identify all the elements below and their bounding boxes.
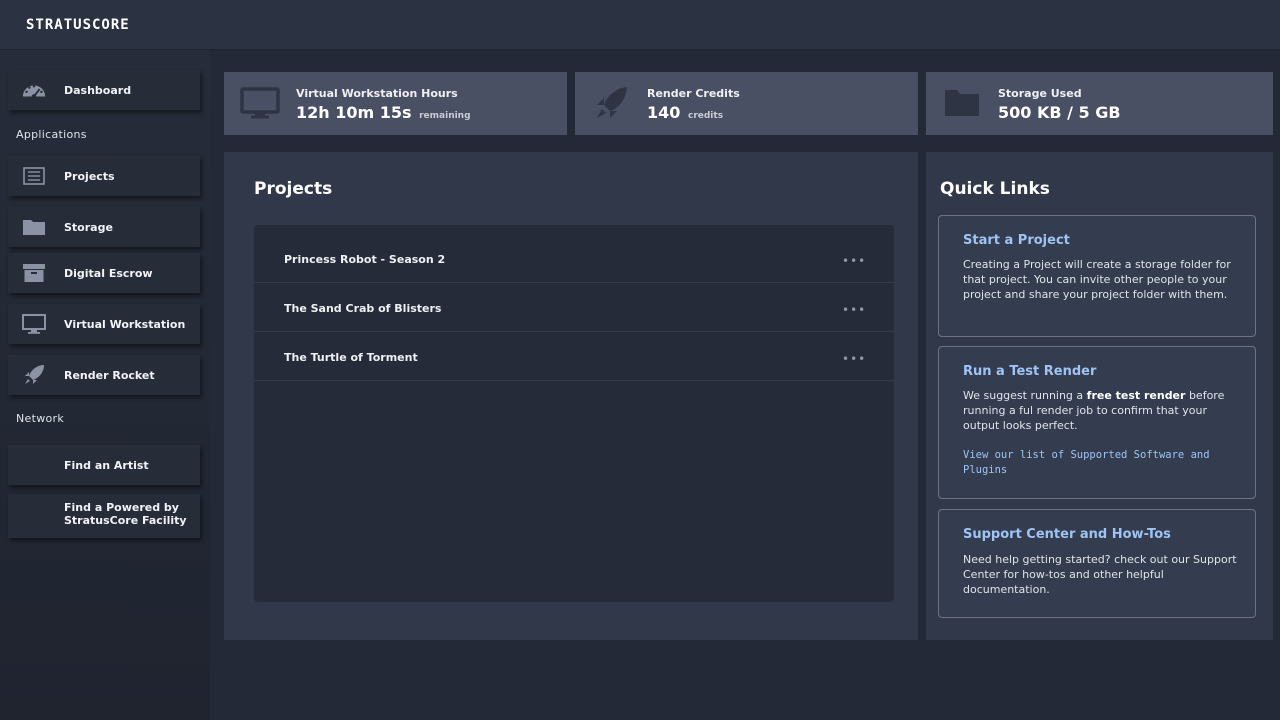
quick-link-card-start-project[interactable]: Start a Project Creating a Project will …: [938, 215, 1256, 337]
rocket-icon: [591, 86, 631, 120]
sidebar-item-find-facility[interactable]: Find a Powered by StratusCore Facility: [8, 494, 200, 538]
sidebar-item-label: Storage: [64, 220, 113, 234]
archive-box-icon: [21, 262, 47, 284]
sidebar: Dashboard Applications Projects Storage: [0, 50, 210, 720]
project-row[interactable]: The Turtle of Torment •••: [254, 332, 894, 381]
quick-link-text: We suggest running a free test render be…: [963, 388, 1238, 433]
stat-unit: credits: [687, 111, 724, 121]
folder-icon: [21, 216, 47, 238]
stat-unit: remaining: [419, 111, 471, 121]
stat-number: 12h 10m 15s: [296, 103, 412, 122]
project-name[interactable]: The Sand Crab of Blisters: [284, 302, 441, 315]
quick-link-text: Creating a Project will create a storage…: [963, 258, 1231, 301]
stat-value: 140 credits: [647, 103, 723, 122]
sidebar-item-label: Find an Artist: [64, 458, 149, 472]
quick-link-text-part: We suggest running a: [963, 389, 1087, 402]
sidebar-item-label-line2: StratusCore Facility: [64, 514, 187, 527]
section-label-network: Network: [16, 412, 65, 425]
sidebar-item-label: Render Rocket: [64, 368, 155, 382]
quick-link-title[interactable]: Support Center and How-Tos: [963, 527, 1171, 542]
stat-card-workstation-hours: Virtual Workstation Hours 12h 10m 15s re…: [224, 72, 567, 135]
rocket-icon: [21, 364, 47, 386]
project-name[interactable]: Princess Robot - Season 2: [284, 253, 445, 266]
project-name[interactable]: The Turtle of Torment: [284, 351, 418, 364]
projects-title: Projects: [254, 179, 333, 199]
quick-link-text-bold: free test render: [1086, 389, 1186, 402]
quick-link-card-support-center[interactable]: Support Center and How-Tos Need help get…: [938, 509, 1256, 618]
projects-panel: Projects Princess Robot - Season 2 ••• T…: [224, 152, 918, 640]
monitor-icon: [21, 313, 47, 335]
stat-title: Virtual Workstation Hours: [296, 87, 458, 100]
quick-link-text: Need help getting started? check out our…: [963, 553, 1237, 596]
sidebar-item-label: Virtual Workstation: [64, 317, 186, 331]
sidebar-item-label-line1: Find a Powered by: [64, 501, 179, 514]
section-label-applications: Applications: [16, 128, 87, 141]
quick-link-title[interactable]: Start a Project: [963, 233, 1070, 248]
quick-link-title[interactable]: Run a Test Render: [963, 364, 1096, 379]
speedometer-icon: [21, 79, 47, 101]
stat-number: 500 KB / 5 GB: [998, 103, 1121, 122]
sidebar-item-label: Dashboard: [64, 83, 132, 97]
stat-title: Render Credits: [647, 87, 740, 100]
more-options-icon[interactable]: •••: [842, 303, 866, 317]
project-row[interactable]: The Sand Crab of Blisters •••: [254, 283, 894, 332]
stat-number: 140: [647, 103, 681, 122]
sidebar-item-label: Find a Powered by StratusCore Facility: [64, 501, 187, 527]
stat-card-storage-used: Storage Used 500 KB / 5 GB: [926, 72, 1273, 135]
stat-card-render-credits: Render Credits 140 credits: [575, 72, 918, 135]
top-bar: STRATUSCORE: [0, 0, 1280, 50]
quick-links-panel: Quick Links Start a Project Creating a P…: [926, 152, 1273, 640]
sidebar-item-digital-escrow[interactable]: Digital Escrow: [8, 253, 200, 293]
sidebar-item-find-an-artist[interactable]: Find an Artist: [8, 445, 200, 485]
sidebar-item-render-rocket[interactable]: Render Rocket: [8, 355, 200, 395]
sidebar-item-label: Digital Escrow: [64, 266, 153, 280]
monitor-icon: [240, 86, 280, 120]
more-options-icon[interactable]: •••: [842, 352, 866, 366]
list-icon: [21, 165, 47, 187]
stat-value: 12h 10m 15s remaining: [296, 103, 471, 122]
sidebar-item-virtual-workstation[interactable]: Virtual Workstation: [8, 304, 200, 344]
stat-title: Storage Used: [998, 87, 1082, 100]
sidebar-item-projects[interactable]: Projects: [8, 156, 200, 196]
more-options-icon[interactable]: •••: [842, 254, 866, 268]
projects-list: Princess Robot - Season 2 ••• The Sand C…: [254, 225, 894, 602]
quick-links-title: Quick Links: [940, 179, 1050, 199]
stat-value: 500 KB / 5 GB: [998, 103, 1121, 122]
folder-icon: [942, 86, 982, 120]
app-logo[interactable]: STRATUSCORE: [26, 17, 130, 33]
sidebar-item-storage[interactable]: Storage: [8, 207, 200, 247]
sidebar-item-dashboard[interactable]: Dashboard: [8, 70, 200, 110]
quick-link-card-test-render[interactable]: Run a Test Render We suggest running a f…: [938, 346, 1256, 499]
project-row[interactable]: Princess Robot - Season 2 •••: [254, 234, 894, 283]
sidebar-item-label: Projects: [64, 169, 115, 183]
supported-software-link[interactable]: View our list of Supported Software and …: [963, 448, 1233, 478]
